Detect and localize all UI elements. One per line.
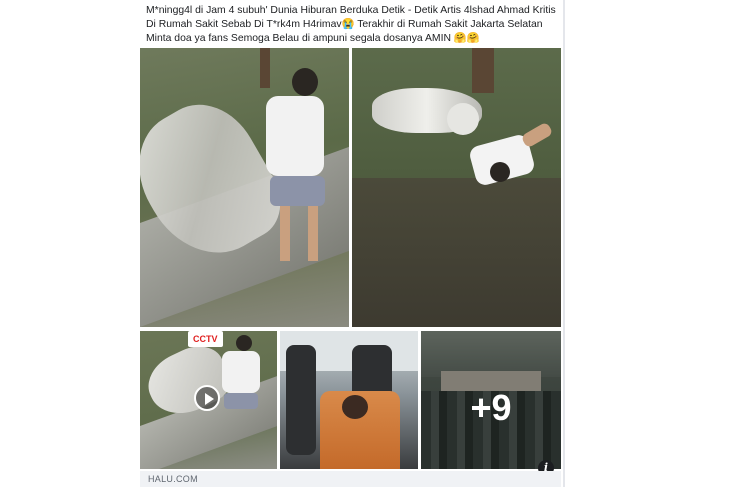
cctv-badge: CCTV	[188, 331, 223, 347]
play-icon[interactable]	[194, 385, 220, 411]
link-domain[interactable]: HALU.COM	[148, 474, 198, 484]
post-caption: M*ningg4l di Jam 4 subuh' Dunia Hiburan …	[146, 5, 556, 45]
photo-hospital-vehicle[interactable]	[280, 331, 418, 469]
post-right-border	[563, 0, 565, 487]
photo-crowd-more[interactable]: +9	[421, 331, 561, 469]
facebook-post: M*ningg4l di Jam 4 subuh' Dunia Hiburan …	[138, 0, 563, 487]
more-photos-count: +9	[470, 387, 512, 428]
photo-video-cctv[interactable]: CCTV	[140, 331, 277, 469]
photo-tiger-attack-2[interactable]	[352, 48, 561, 327]
link-preview-bar[interactable]: HALU.COM	[140, 471, 561, 487]
photo-tiger-attack-1[interactable]	[140, 48, 349, 327]
